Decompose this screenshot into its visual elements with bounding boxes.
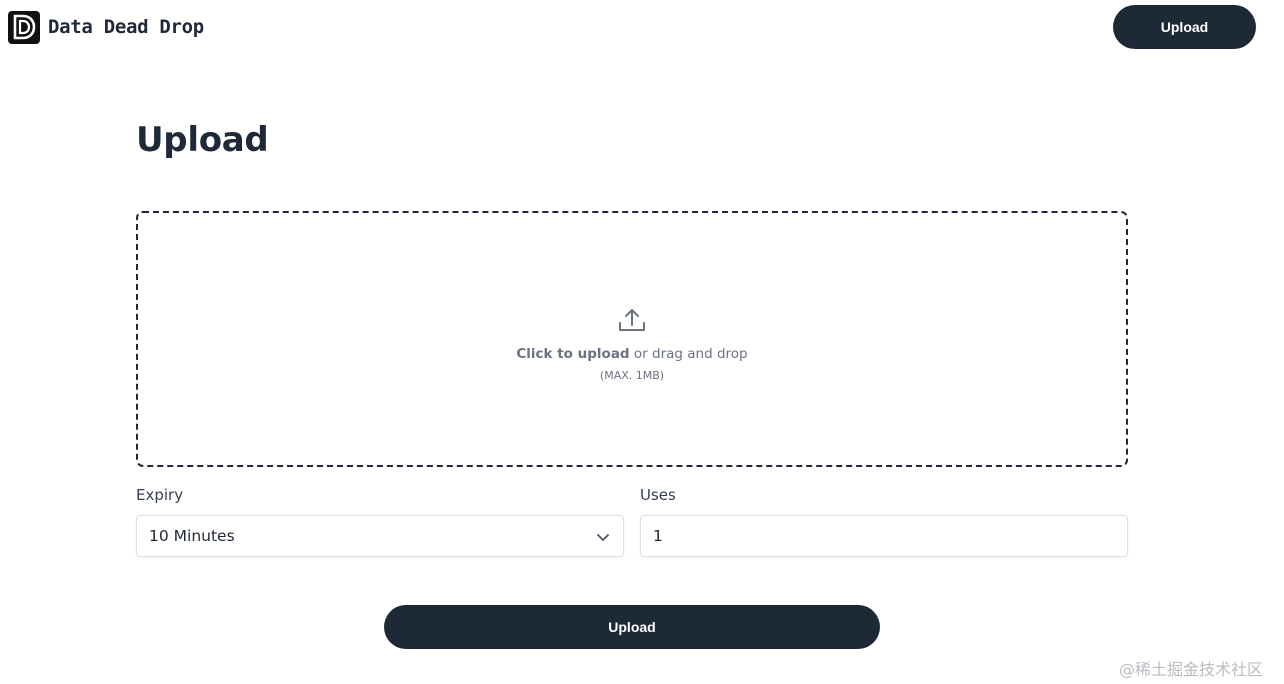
expiry-selected-value: 10 Minutes [149,527,235,545]
page-title: Upload [136,120,269,160]
logo-icon [8,10,40,44]
top-bar: Data Dead Drop Upload [0,0,1284,56]
file-dropzone[interactable]: Click to upload or drag and drop (MAX. 1… [136,211,1128,467]
page: Data Dead Drop Upload Upload Click to up… [0,0,1284,684]
watermark: @稀土掘金技术社区 [1119,660,1264,679]
chevron-down-icon [597,534,609,541]
brand[interactable]: Data Dead Drop [8,10,204,44]
upload-tray-icon [619,308,645,331]
submit-upload-button[interactable]: Upload [384,605,880,649]
header-upload-button[interactable]: Upload [1113,5,1256,49]
drag-and-drop-text: or drag and drop [629,345,748,362]
max-size-hint: (MAX. 1MB) [599,368,665,382]
click-to-upload-text: Click to upload [516,345,630,362]
expiry-select[interactable]: 10 Minutes [136,515,624,557]
uses-label: Uses [640,486,676,504]
uses-input[interactable]: 1 [640,515,1128,557]
brand-name: Data Dead Drop [48,16,204,38]
uses-value: 1 [653,527,663,545]
dropzone-instructions: Click to upload or drag and drop [516,346,747,362]
expiry-label: Expiry [136,486,184,504]
